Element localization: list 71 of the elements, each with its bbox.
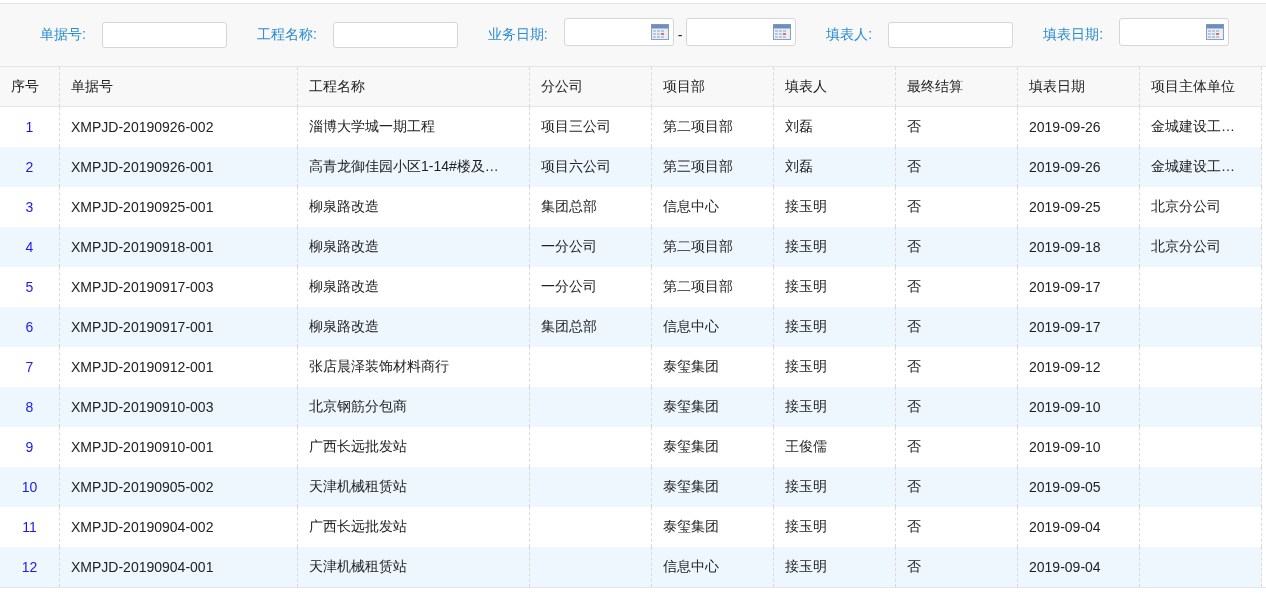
table-cell: 接玉明: [774, 547, 896, 587]
table-cell: 2019-09-26: [1018, 147, 1140, 187]
filter-label: 工程名称:: [256, 26, 317, 44]
table-cell: 接玉明: [774, 387, 896, 427]
table-cell: 2019-09-17: [1018, 307, 1140, 347]
table-cell: XMPJD-20190905-002: [60, 467, 298, 507]
table-cell: XMPJD-20190904-001: [60, 547, 298, 587]
calendar-icon[interactable]: [650, 24, 669, 40]
row-number: 4: [0, 227, 60, 267]
table-cell: 否: [896, 387, 1018, 427]
table-cell: 第二项目部: [652, 227, 774, 267]
calendar-icon[interactable]: [1206, 24, 1225, 40]
date-field[interactable]: [1119, 18, 1230, 46]
table-cell: 接玉明: [774, 227, 896, 267]
table-cell: 否: [896, 147, 1018, 187]
date-field[interactable]: [686, 18, 797, 46]
table-cell: 2019-09-10: [1018, 387, 1140, 427]
table-cell: 项目六公司: [530, 147, 652, 187]
column-header: 项目主体单位: [1140, 67, 1262, 107]
calendar-icon[interactable]: [773, 24, 792, 40]
column-header: 单据号: [60, 67, 298, 107]
table-cell: XMPJD-20190917-001: [60, 307, 298, 347]
row-number: 8: [0, 387, 60, 427]
input-field[interactable]: [888, 22, 1014, 48]
filter-label: 单据号:: [40, 26, 86, 44]
table-cell: 否: [896, 227, 1018, 267]
table-cell: 金城建设工…: [1140, 147, 1262, 187]
column-header: 最终结算: [896, 67, 1018, 107]
column-header: 工程名称: [298, 67, 530, 107]
table-cell: 2019-09-05: [1018, 467, 1140, 507]
date-field[interactable]: [563, 18, 674, 46]
table-cell: 泰玺集团: [652, 467, 774, 507]
filter-label: 填表人:: [826, 26, 873, 44]
range-separator: -: [677, 27, 683, 43]
table-cell: XMPJD-20190926-001: [60, 147, 298, 187]
table-cell: 否: [896, 307, 1018, 347]
column-header: 分公司: [530, 67, 652, 107]
filter-label: 填表日期:: [1043, 26, 1104, 44]
table-cell: 否: [896, 467, 1018, 507]
table-cell: 集团总部: [530, 307, 652, 347]
table-cell: XMPJD-20190910-003: [60, 387, 298, 427]
table-cell: 一分公司: [530, 227, 652, 267]
row-number: 6: [0, 307, 60, 347]
table-cell: 天津机械租赁站: [298, 467, 530, 507]
table-cell: 信息中心: [652, 547, 774, 587]
column-header: 填表人: [774, 67, 896, 107]
table-cell: 否: [896, 547, 1018, 587]
table-cell: 天津机械租赁站: [298, 547, 530, 587]
table-cell: 高青龙御佳园小区1-14#楼及…: [298, 147, 530, 187]
input-field[interactable]: [101, 22, 227, 48]
table-cell: 第三项目部: [652, 147, 774, 187]
row-number: 10: [0, 467, 60, 507]
table-cell: 2019-09-18: [1018, 227, 1140, 267]
table-cell: 信息中心: [652, 307, 774, 347]
table-cell: 刘磊: [774, 147, 896, 187]
table-cell: 柳泉路改造: [298, 307, 530, 347]
table-cell: 接玉明: [774, 307, 896, 347]
row-number: 2: [0, 147, 60, 187]
row-number: 12: [0, 547, 60, 587]
table-cell: 接玉明: [774, 467, 896, 507]
table-cell: 2019-09-04: [1018, 547, 1140, 587]
column-header: 序号: [0, 67, 60, 107]
table-cell: 北京钢筋分包商: [298, 387, 530, 427]
column-header: 填表日期: [1018, 67, 1140, 107]
table-cell: 柳泉路改造: [298, 227, 530, 267]
column-header: 项目部: [652, 67, 774, 107]
table-cell: 北京分公司: [1140, 227, 1262, 267]
table-cell: XMPJD-20190918-001: [60, 227, 298, 267]
input-field[interactable]: [332, 22, 458, 48]
table-cell: 泰玺集团: [652, 387, 774, 427]
filter-label: 业务日期:: [487, 26, 548, 44]
